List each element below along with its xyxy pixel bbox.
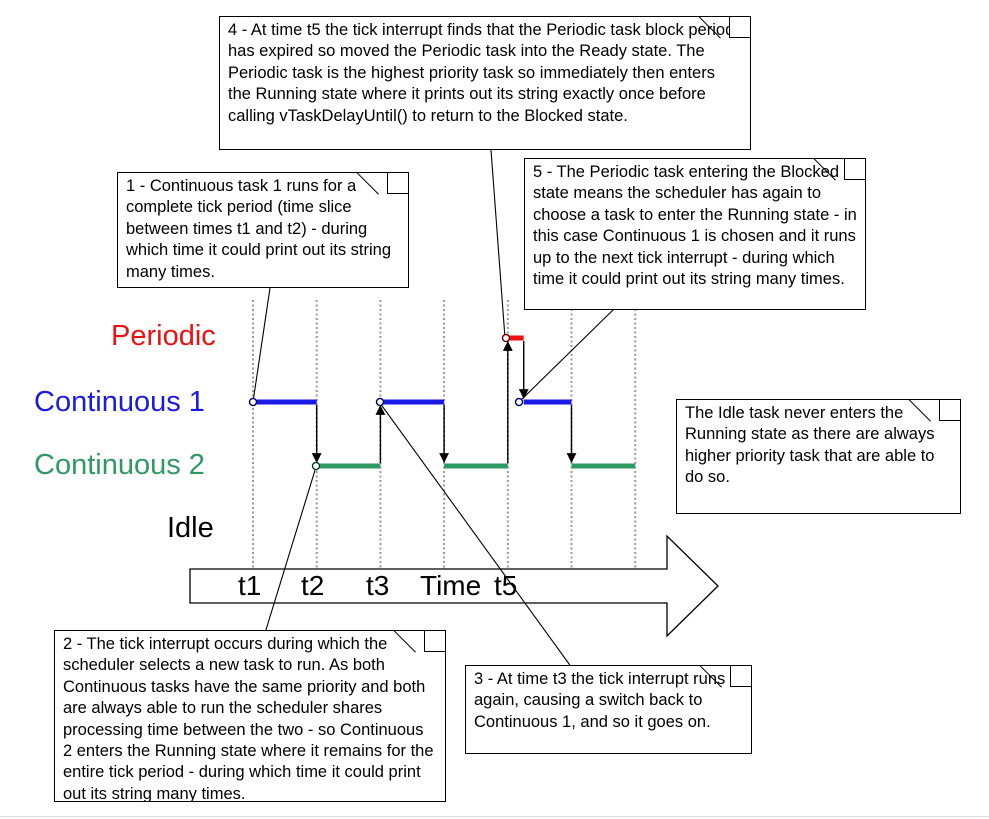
task-label-continuous-2: Continuous 2 (34, 449, 205, 481)
leader-note-1 (252, 287, 271, 403)
note-2: 2 - The tick interrupt occurs during whi… (54, 630, 446, 802)
note-3: 3 - At time t3 the tick interrupt runs a… (465, 665, 752, 754)
task-label-periodic: Periodic (111, 320, 216, 352)
note-1: 1 - Continuous task 1 runs for a complet… (117, 172, 409, 288)
bottom-rule (0, 816, 989, 817)
note-idle: The Idle task never enters the Running s… (676, 399, 961, 514)
tick-label-t3: t3 (366, 570, 390, 601)
leader-note-3 (379, 402, 573, 669)
leader-note-5 (518, 308, 615, 403)
axis-title-time: Time (420, 570, 482, 601)
tick-label-t5: t5 (494, 570, 518, 601)
leader-note-4 (490, 149, 506, 339)
task-label-continuous-1: Continuous 1 (34, 386, 205, 418)
note-5: 5 - The Periodic task entering the Block… (524, 158, 866, 310)
note-4: 4 - At time t5 the tick interrupt finds … (219, 16, 751, 150)
tick-label-t2: t2 (301, 570, 325, 601)
task-label-idle: Idle (167, 512, 214, 544)
leader-note-2 (264, 466, 317, 634)
tick-label-t1: t1 (238, 570, 262, 601)
